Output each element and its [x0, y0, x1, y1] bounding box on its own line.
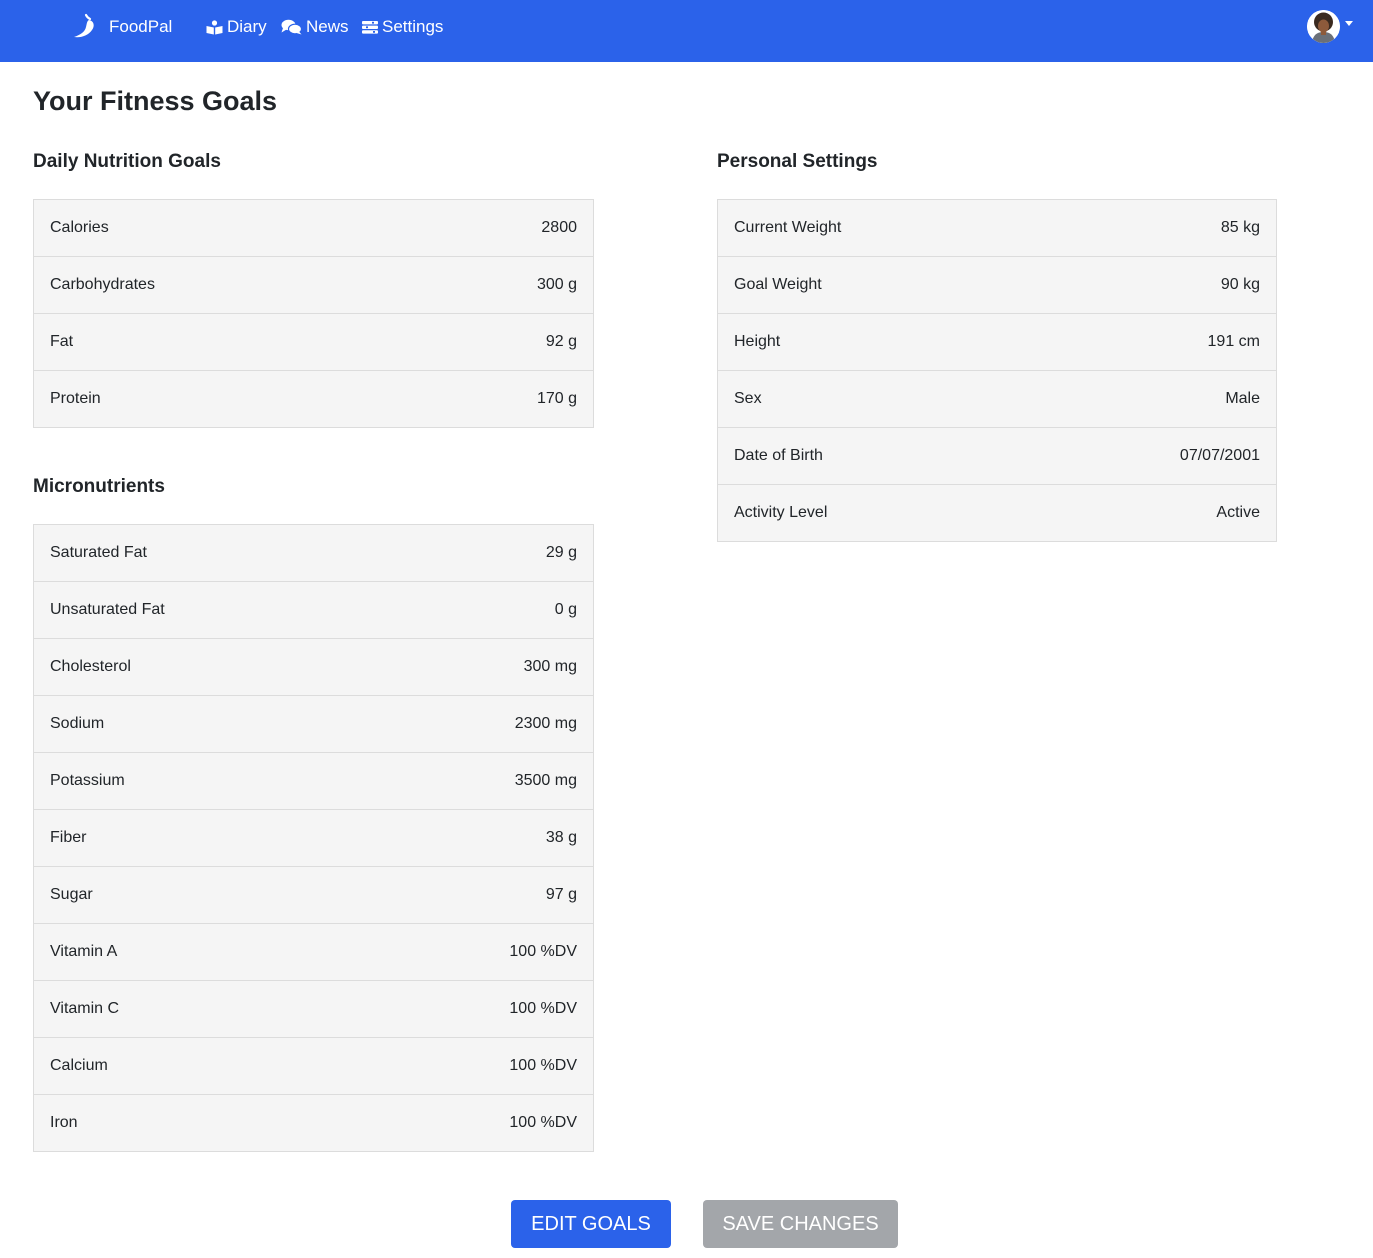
personal-settings-table: Current Weight 85 kg Goal Weight 90 kg Heigh… [717, 199, 1277, 542]
save-changes-button[interactable]: SAVE CHANGES [703, 1200, 898, 1248]
table-row: Unsaturated Fat 0 g [34, 581, 593, 638]
table-row: Vitamin A 100 %DV [34, 923, 593, 980]
row-value: 38 g [545, 829, 577, 846]
nav-settings[interactable]: Settings [362, 14, 443, 40]
micronutrients-title: Micronutrients [33, 476, 165, 497]
row-label: Current Weight [734, 219, 842, 236]
row-label: Saturated Fat [50, 544, 147, 561]
row-label: Sugar [50, 886, 93, 903]
settings-bars-icon [362, 21, 378, 34]
table-row: Fat 92 g [34, 313, 593, 370]
table-row: Date of Birth 07/07/2001 [718, 427, 1276, 484]
comments-icon [281, 19, 302, 35]
chevron-down-icon[interactable] [1345, 21, 1353, 26]
row-label: Cholesterol [50, 658, 131, 675]
table-row: Potassium 3500 mg [34, 752, 593, 809]
nav-news-label: News [306, 17, 349, 36]
row-value: 191 cm [1207, 333, 1260, 350]
row-value: 90 kg [1220, 276, 1260, 293]
table-row: Goal Weight 90 kg [718, 256, 1276, 313]
user-avatar-icon [1307, 10, 1340, 43]
table-row: Saturated Fat 29 g [34, 525, 593, 581]
personal-settings-title: Personal Settings [717, 151, 878, 172]
table-row: Carbohydrates 300 g [34, 256, 593, 313]
pepper-logo-icon [74, 13, 94, 38]
row-value: 300 g [536, 276, 577, 293]
row-label: Sex [734, 390, 762, 407]
row-label: Fat [50, 333, 74, 350]
edit-goals-button[interactable]: EDIT GOALS [511, 1200, 671, 1248]
row-value: 100 %DV [509, 943, 577, 960]
row-label: Fiber [50, 829, 87, 846]
table-row: Protein 170 g [34, 370, 593, 427]
row-value: 100 %DV [509, 1057, 577, 1074]
row-value: 07/07/2001 [1179, 447, 1260, 464]
table-row: Calcium 100 %DV [34, 1037, 593, 1094]
row-value: 0 g [554, 601, 577, 618]
row-label: Goal Weight [734, 276, 822, 293]
row-value: 2300 mg [514, 715, 577, 732]
row-label: Iron [50, 1114, 78, 1131]
table-row: Iron 100 %DV [34, 1094, 593, 1151]
table-row: Cholesterol 300 mg [34, 638, 593, 695]
table-row: Sugar 97 g [34, 866, 593, 923]
row-label: Calcium [50, 1057, 108, 1074]
row-label: Date of Birth [734, 447, 823, 464]
nav-diary[interactable]: Diary [206, 14, 267, 40]
row-label: Unsaturated Fat [50, 601, 165, 618]
table-row: Current Weight 85 kg [718, 200, 1276, 256]
row-value: 100 %DV [509, 1000, 577, 1017]
table-row: Fiber 38 g [34, 809, 593, 866]
row-label: Activity Level [734, 504, 828, 521]
page-title: Your Fitness Goals [33, 86, 278, 116]
nav-news[interactable]: News [281, 14, 349, 40]
row-value: 85 kg [1220, 219, 1260, 236]
row-label: Carbohydrates [50, 276, 155, 293]
daily-nutrition-title: Daily Nutrition Goals [33, 151, 221, 172]
row-value: 3500 mg [514, 772, 577, 789]
brand[interactable]: FoodPal [72, 12, 172, 42]
table-row: Sex Male [718, 370, 1276, 427]
nav-diary-label: Diary [227, 17, 267, 36]
table-row: Calories 2800 [34, 200, 593, 256]
row-value: 170 g [536, 390, 577, 407]
nav-settings-label: Settings [382, 17, 444, 36]
row-value: 97 g [545, 886, 577, 903]
row-value: Active [1216, 504, 1260, 521]
table-row: Vitamin C 100 %DV [34, 980, 593, 1037]
micronutrients-table: Saturated Fat 29 g Unsaturated Fat 0 g Chole… [33, 524, 594, 1152]
row-value: 2800 [541, 219, 577, 236]
row-label: Sodium [50, 715, 105, 732]
row-value: 92 g [545, 333, 577, 350]
row-label: Vitamin C [50, 1000, 120, 1017]
row-label: Protein [50, 390, 101, 407]
row-value: 100 %DV [509, 1114, 577, 1131]
row-value: Male [1225, 390, 1260, 407]
row-value: 300 mg [523, 658, 577, 675]
row-value: 29 g [545, 544, 577, 561]
table-row: Sodium 2300 mg [34, 695, 593, 752]
book-reader-icon [206, 19, 223, 34]
top-navbar: FoodPal Diary News Settings [0, 0, 1373, 62]
row-label: Vitamin A [50, 943, 118, 960]
row-label: Potassium [50, 772, 125, 789]
row-label: Height [734, 333, 781, 350]
brand-name: FoodPal [109, 17, 173, 36]
table-row: Height 191 cm [718, 313, 1276, 370]
user-avatar[interactable] [1307, 10, 1340, 43]
row-label: Calories [50, 219, 109, 236]
table-row: Activity Level Active [718, 484, 1276, 541]
daily-nutrition-table: Calories 2800 Carbohydrates 300 g Fat 92 g Pro… [33, 199, 594, 428]
